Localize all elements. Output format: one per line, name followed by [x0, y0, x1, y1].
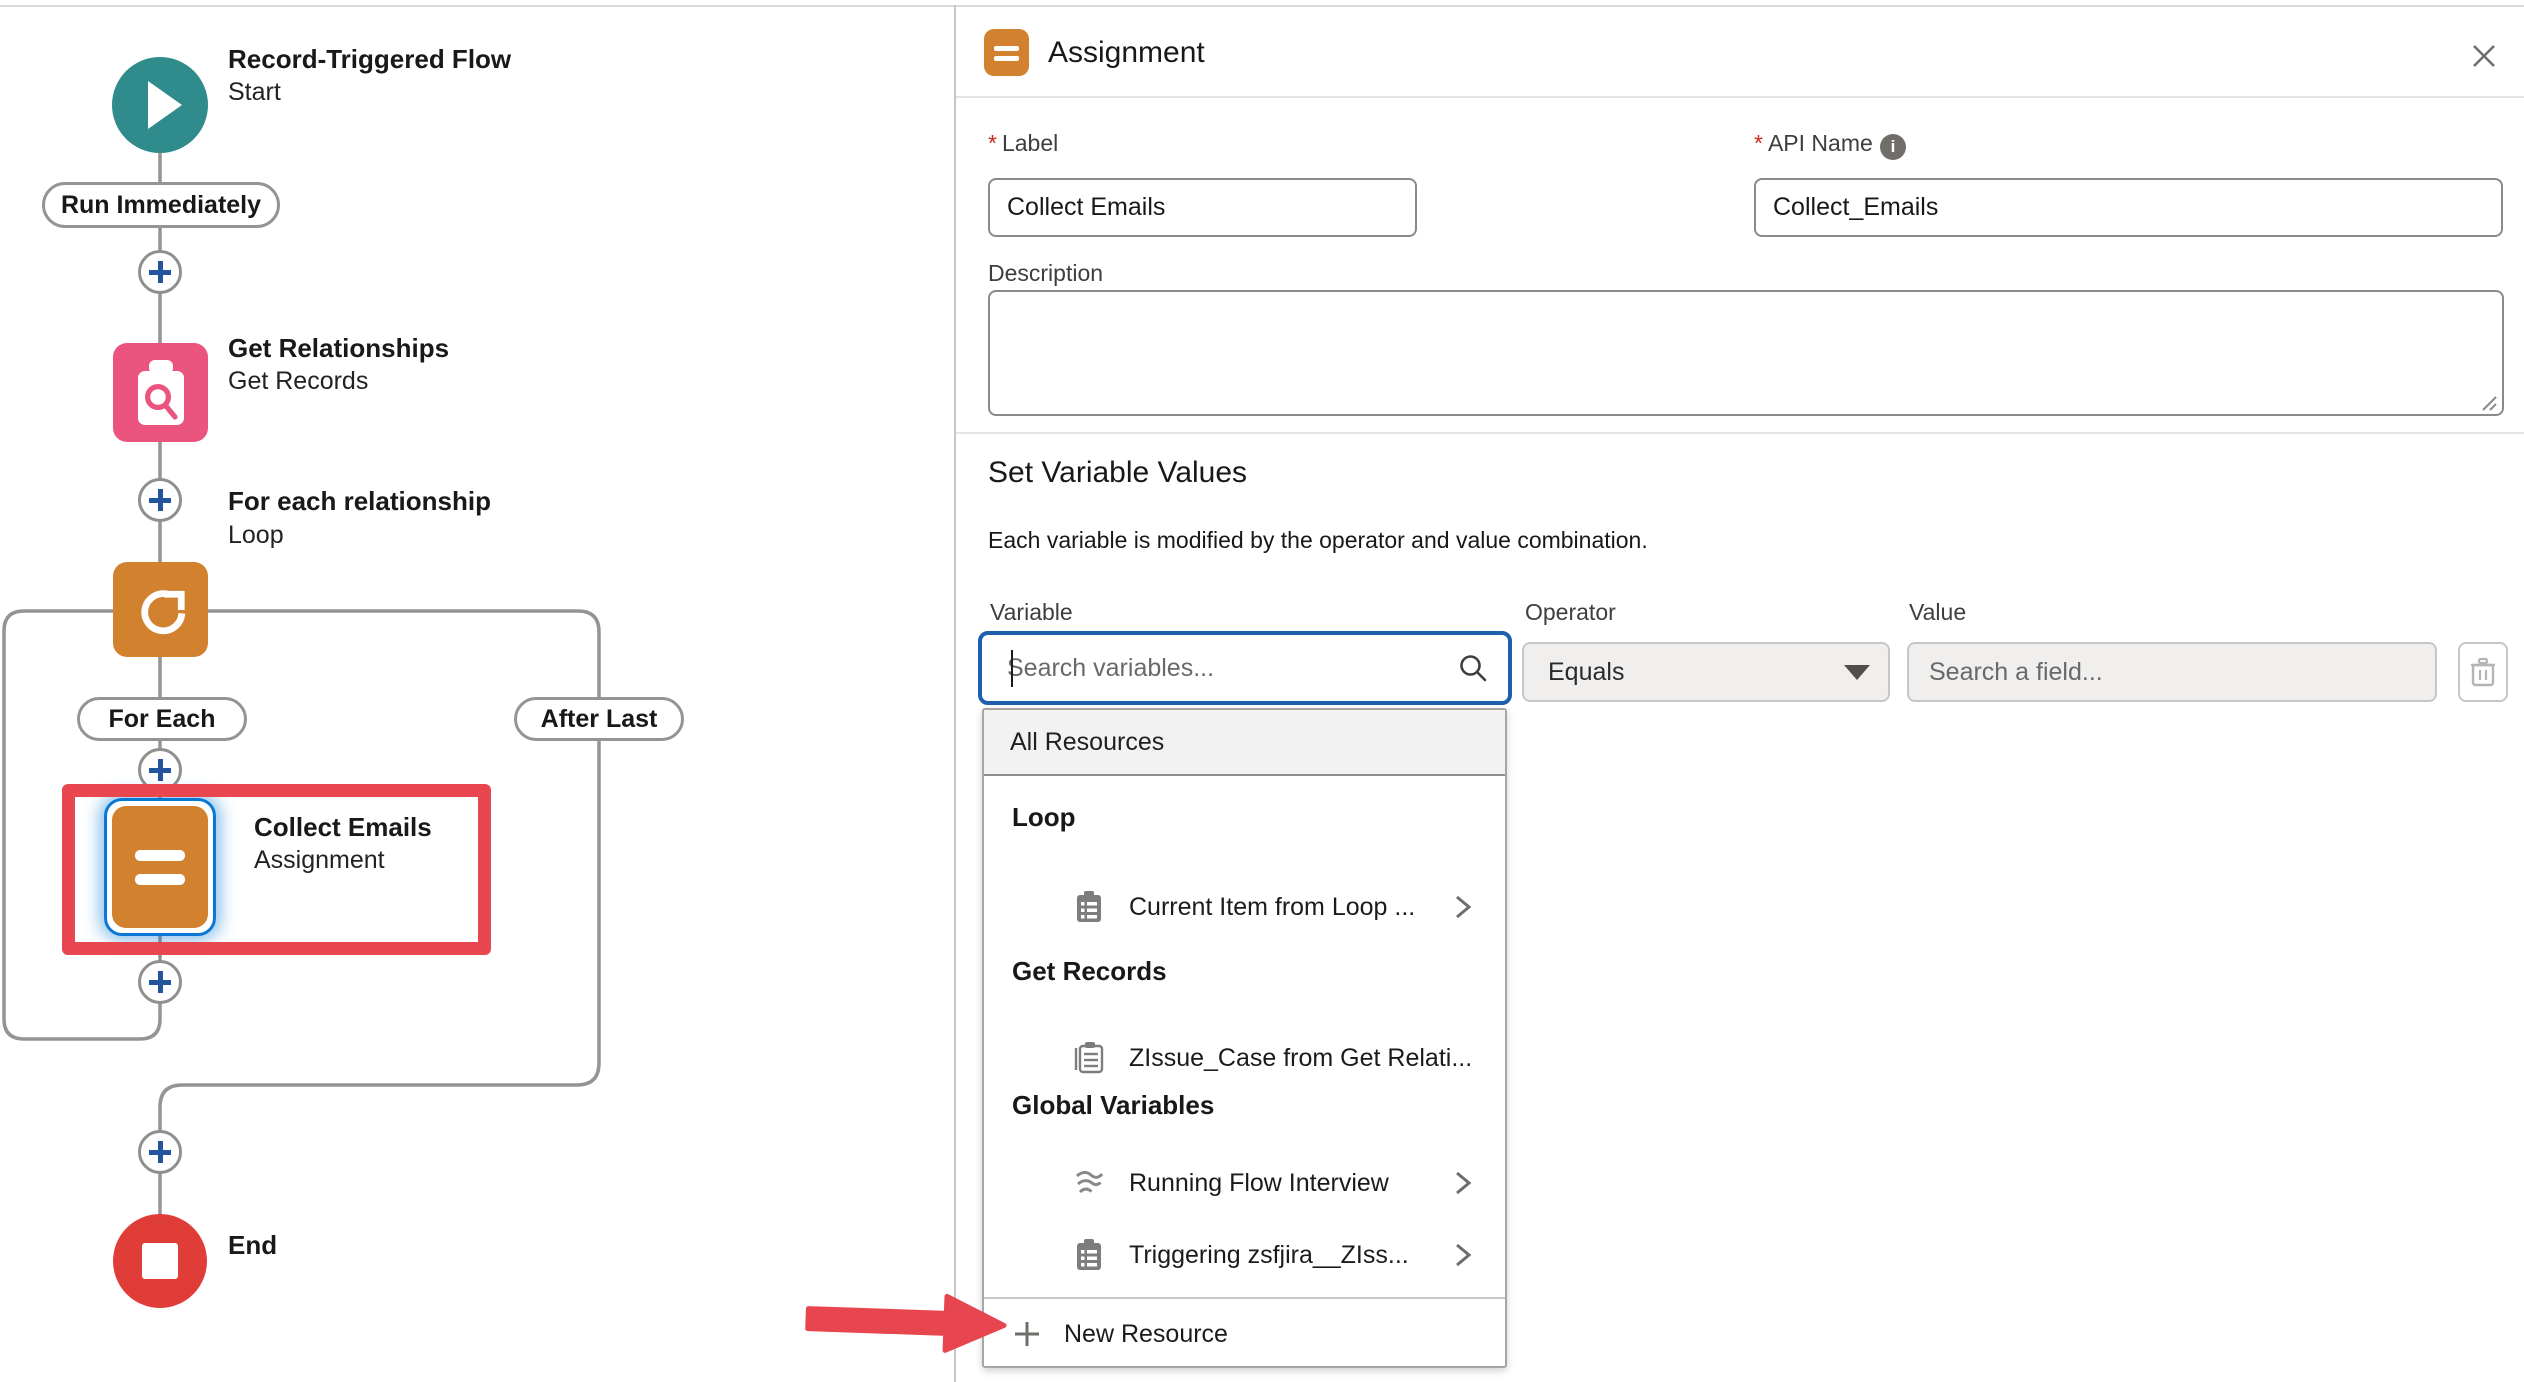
value-field: [1907, 642, 2437, 702]
loop-icon: [134, 583, 188, 637]
dropdown-divider: [984, 1297, 1505, 1299]
run-immediately-pill: Run Immediately: [42, 182, 280, 228]
plus-icon: [1014, 1321, 1040, 1347]
close-icon[interactable]: [2466, 38, 2502, 74]
variable-search-input[interactable]: [982, 653, 1458, 684]
end-node-label: End: [228, 1230, 277, 1261]
list-item-zissue-case[interactable]: ZIssue_Case from Get Relati...: [984, 1028, 1505, 1088]
flow-icon: [1074, 1168, 1104, 1198]
for-each-pill: For Each: [77, 697, 247, 741]
stop-icon: [142, 1243, 178, 1279]
label-input[interactable]: [988, 178, 1417, 237]
chevron-down-icon: [1844, 665, 1870, 680]
variable-label: Variable: [990, 599, 1073, 626]
header-border: [956, 96, 2524, 98]
section-heading: Set Variable Values: [988, 456, 1247, 490]
chevron-right-icon: [1453, 1239, 1473, 1271]
search-icon: [1458, 653, 1488, 683]
flow-builder-window: Record-Triggered Flow Start Run Immediat…: [0, 0, 2524, 1382]
operator-select[interactable]: Equals: [1522, 642, 1890, 702]
chevron-right-icon: [1453, 891, 1473, 923]
get-records-node[interactable]: [113, 343, 208, 442]
loop-node[interactable]: [113, 562, 208, 657]
delete-row-button[interactable]: [2458, 642, 2508, 702]
value-label: Value: [1909, 599, 1966, 626]
description-textarea[interactable]: [988, 290, 2504, 416]
panel-title: Assignment: [1048, 36, 1205, 70]
info-icon[interactable]: i: [1880, 134, 1906, 160]
all-resources-header: All Resources: [984, 710, 1505, 776]
list-item-triggering-zissue[interactable]: Triggering zsfjira__ZIss...: [984, 1225, 1505, 1285]
group-label-loop: Loop: [1012, 802, 1076, 833]
new-resource-item[interactable]: New Resource: [984, 1302, 1505, 1366]
loop-node-title: For each relationship: [228, 486, 491, 517]
description-field-label: Description: [988, 260, 1103, 287]
start-node-title: Record-Triggered Flow: [228, 44, 511, 75]
section-divider: [956, 432, 2524, 434]
group-label-global-variables: Global Variables: [1012, 1090, 1214, 1121]
list-item-running-flow-interview[interactable]: Running Flow Interview: [984, 1153, 1505, 1213]
chevron-right-icon: [1453, 1167, 1473, 1199]
trash-icon: [2470, 657, 2496, 687]
api-name-field-label: *API Name: [1754, 130, 1873, 157]
record-icon: [1074, 891, 1104, 923]
variable-search-field: [978, 631, 1512, 705]
end-node[interactable]: [113, 1214, 207, 1308]
operator-label: Operator: [1525, 599, 1616, 626]
new-resource-label: New Resource: [1064, 1320, 1228, 1349]
record-icon: [1074, 1239, 1104, 1271]
label-field-label: *Label: [988, 130, 1058, 157]
add-element-button-1[interactable]: [138, 250, 182, 294]
group-label-get-records: Get Records: [1012, 956, 1167, 987]
add-element-button-4[interactable]: [138, 960, 182, 1004]
record-outline-icon: [1074, 1042, 1104, 1074]
after-last-pill: After Last: [514, 697, 684, 741]
list-item-current-item-from-loop[interactable]: Current Item from Loop ...: [984, 877, 1505, 937]
text-cursor: [1011, 650, 1013, 687]
play-icon: [148, 81, 182, 129]
annotation-highlight-box: [62, 784, 491, 955]
get-records-node-title: Get Relationships: [228, 333, 449, 364]
value-search-input[interactable]: [1909, 658, 2435, 687]
add-element-button-5[interactable]: [138, 1130, 182, 1174]
assignment-panel-icon: [984, 29, 1029, 76]
api-name-input[interactable]: [1754, 178, 2503, 237]
start-node[interactable]: [112, 57, 208, 153]
get-records-icon: [132, 359, 190, 427]
annotation-arrow-icon: [795, 1279, 1018, 1367]
loop-node-subtitle: Loop: [228, 521, 284, 550]
add-element-button-2[interactable]: [138, 478, 182, 522]
get-records-node-subtitle: Get Records: [228, 367, 368, 396]
resource-picker-dropdown: All Resources Loop Current Item from Loo…: [982, 708, 1507, 1368]
resize-grip-icon[interactable]: [2480, 394, 2498, 412]
section-description: Each variable is modified by the operato…: [988, 527, 1648, 554]
start-node-subtitle: Start: [228, 78, 281, 107]
